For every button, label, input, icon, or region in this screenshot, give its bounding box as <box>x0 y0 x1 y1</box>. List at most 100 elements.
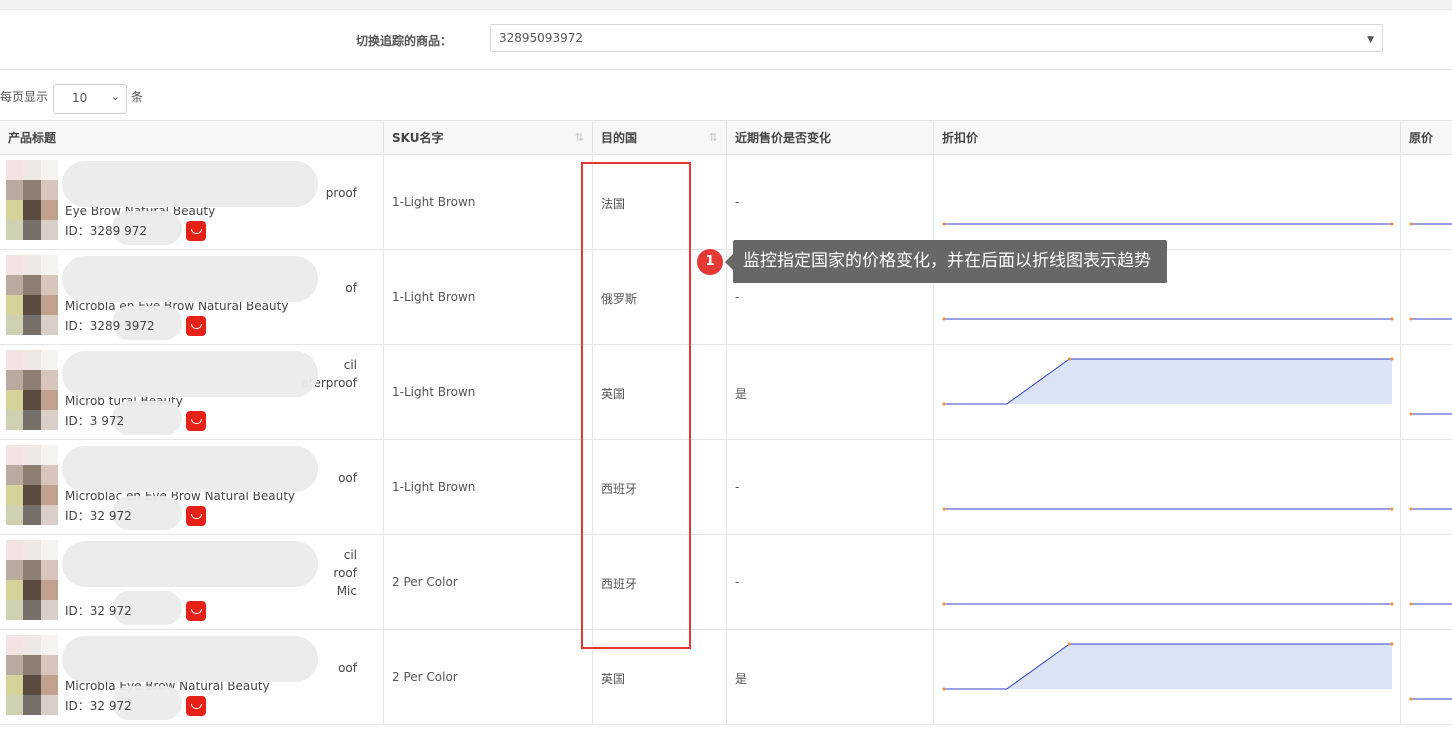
price-sparkline <box>942 507 1394 511</box>
page-size-prefix: 每页显示 <box>0 90 49 104</box>
product-title-line[interactable]: of <box>345 281 357 295</box>
price-changed-cell: - <box>727 155 934 249</box>
price-changed-cell: - <box>727 440 934 534</box>
product-switch-row: 切换追踪的商品： 32895093972 ▼ <box>0 10 1452 70</box>
price-sparkline <box>1409 602 1452 606</box>
sku-cell-text: 2 Per Color <box>392 575 458 589</box>
page-size-control: 每页显示 10 ⌄ 条 <box>0 84 143 114</box>
product-thumbnail[interactable] <box>6 540 58 620</box>
price-sparkline <box>1409 222 1452 226</box>
sparkline-point <box>1390 642 1394 646</box>
price-changed-cell-text: - <box>735 195 740 209</box>
product-cell: oofMicrobla Eye Brow Natural BeautyID：32… <box>0 630 384 724</box>
product-thumbnail[interactable] <box>6 445 58 525</box>
col-price-changed[interactable]: 近期售价是否变化 <box>727 121 934 155</box>
page-size-value: 10 <box>72 91 88 105</box>
discount-price-cell <box>934 535 1401 629</box>
sparkline-point <box>942 687 946 691</box>
product-cell: cilaterproofMicrob tural BeautyID：3 972 <box>0 345 384 439</box>
sparkline-point <box>1409 507 1413 511</box>
table-row: oofMicrobla Eye Brow Natural BeautyID：32… <box>0 630 1452 725</box>
discount-price-cell <box>934 630 1401 724</box>
product-cell: of Microbla en Eye Brow Natural Beauty ID：… <box>0 250 384 344</box>
price-changed-cell-text: 是 <box>735 672 748 686</box>
sparkline-point <box>942 507 946 511</box>
product-thumbnail[interactable] <box>6 255 58 335</box>
discount-price-cell <box>934 345 1401 439</box>
table-row: cil roof Mic ID：32 972 2 Per Color 西班牙 - <box>0 535 1452 630</box>
sparkline-point <box>1409 412 1413 416</box>
price-sparkline <box>942 602 1394 606</box>
product-thumbnail[interactable] <box>6 635 58 715</box>
aliexpress-store-icon[interactable] <box>186 316 206 336</box>
redaction-blur <box>62 161 318 207</box>
product-id: ID：3289 972 <box>65 224 148 238</box>
original-price-cell <box>1401 630 1452 724</box>
product-title-line[interactable]: proof <box>326 186 357 200</box>
sku-cell-text: 1-Light Brown <box>392 385 476 399</box>
price-changed-cell-text: - <box>735 575 740 589</box>
sku-cell: 2 Per Color <box>384 535 593 629</box>
aliexpress-store-icon[interactable] <box>186 601 206 621</box>
product-title-line[interactable]: cil <box>344 358 357 372</box>
sparkline-point <box>1067 357 1071 361</box>
product-title-line[interactable]: cil <box>344 548 357 562</box>
col-country[interactable]: 目的国 ⇅ <box>593 121 727 155</box>
aliexpress-store-icon[interactable] <box>186 506 206 526</box>
sku-cell-text: 1-Light Brown <box>392 195 476 209</box>
price-changed-cell-text: - <box>735 290 740 304</box>
top-strip <box>0 0 1452 10</box>
page-size-suffix: 条 <box>131 90 144 104</box>
table-row: oof Microblac en Eye Brow Natural Beauty I… <box>0 440 1452 535</box>
switch-product-label: 切换追踪的商品： <box>356 34 453 48</box>
sku-cell: 1-Light Brown <box>384 440 593 534</box>
aliexpress-store-icon[interactable] <box>186 696 206 716</box>
sparkline-point <box>942 222 946 226</box>
highlight-box <box>581 162 691 649</box>
price-changed-cell: - <box>727 535 934 629</box>
product-thumbnail[interactable] <box>6 160 58 240</box>
product-title-line[interactable]: Mic <box>337 584 357 598</box>
sort-icon[interactable]: ⇅ <box>575 121 584 155</box>
product-id: ID：32 972 <box>65 509 132 523</box>
product-thumbnail[interactable] <box>6 350 58 430</box>
redaction-blur <box>62 351 318 397</box>
col-product-title[interactable]: 产品标题 <box>0 121 384 155</box>
product-title-line[interactable]: oof <box>338 661 357 675</box>
price-changed-cell: 是 <box>727 630 934 724</box>
original-price-cell <box>1401 250 1452 344</box>
sort-icon[interactable]: ⇅ <box>709 121 718 155</box>
aliexpress-store-icon[interactable] <box>186 411 206 431</box>
sparkline-area <box>944 359 1392 404</box>
sparkline-point <box>1390 602 1394 606</box>
switch-product-select[interactable]: 32895093972 ▼ <box>490 24 1383 52</box>
aliexpress-store-icon[interactable] <box>186 221 206 241</box>
redaction-blur <box>62 256 318 302</box>
sparkline-point <box>1390 222 1394 226</box>
sparkline-point <box>1390 317 1394 321</box>
sku-cell-text: 2 Per Color <box>392 670 458 684</box>
page-size-select[interactable]: 10 ⌄ <box>53 84 127 114</box>
product-title-line[interactable]: roof <box>333 566 357 580</box>
product-title-line[interactable]: oof <box>338 471 357 485</box>
discount-price-cell <box>934 440 1401 534</box>
sparkline-point <box>1067 642 1071 646</box>
price-changed-cell-text: 是 <box>735 387 748 401</box>
col-sku[interactable]: SKU名字 ⇅ <box>384 121 593 155</box>
col-discount-price[interactable]: 折扣价 <box>934 121 1401 155</box>
annotation-number: 1 <box>697 249 723 275</box>
redaction-blur <box>62 636 318 682</box>
price-sparkline <box>1409 507 1452 511</box>
col-original-price[interactable]: 原价 <box>1401 121 1452 155</box>
table-row: cilaterproofMicrob tural BeautyID：3 972 1… <box>0 345 1452 440</box>
price-changed-cell: 是 <box>727 345 934 439</box>
sku-cell: 1-Light Brown <box>384 345 593 439</box>
sparkline-point <box>1409 317 1413 321</box>
sparkline-point <box>1409 222 1413 226</box>
product-id: ID：3289 3972 <box>65 319 155 333</box>
price-sparkline <box>942 222 1394 226</box>
switch-product-value: 32895093972 <box>499 31 583 45</box>
product-cell: oof Microblac en Eye Brow Natural Beauty I… <box>0 440 384 534</box>
original-price-cell <box>1401 535 1452 629</box>
annotation-text: 监控指定国家的价格变化，并在后面以折线图表示趋势 <box>725 240 1167 283</box>
